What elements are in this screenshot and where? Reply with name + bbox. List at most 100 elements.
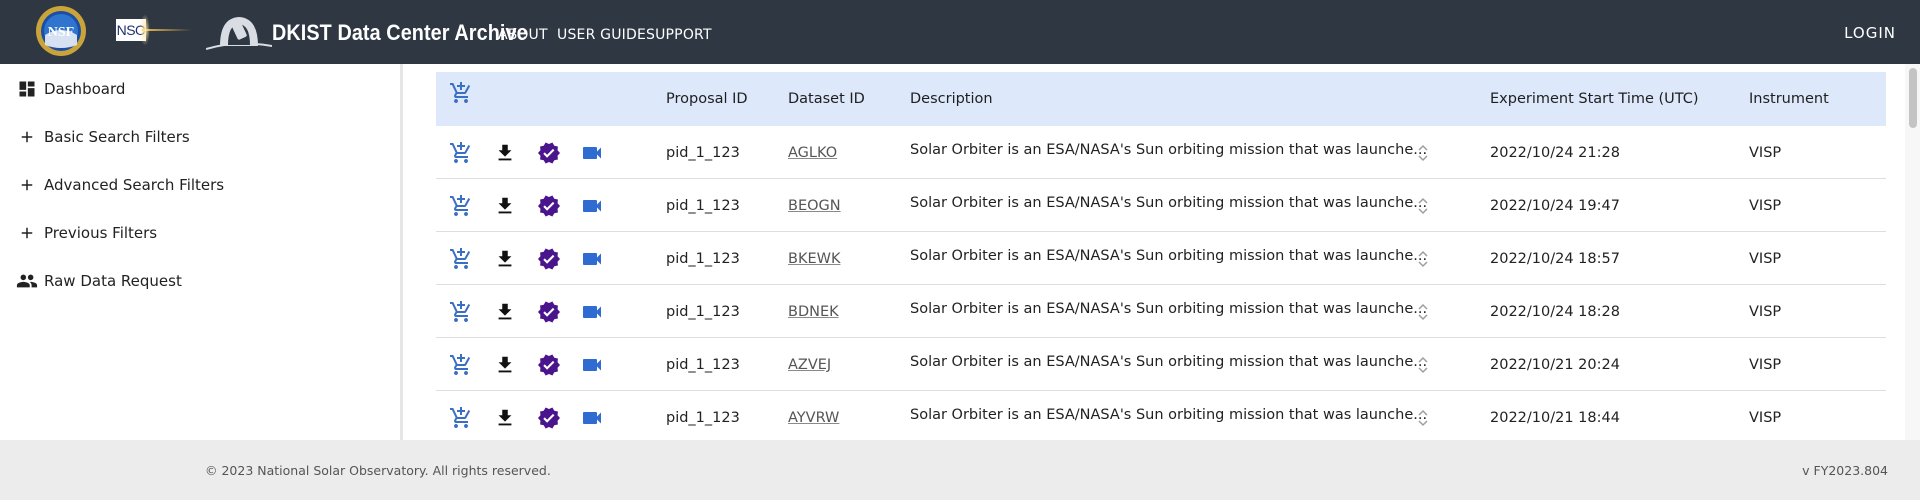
description-cell: Solar Orbiter is an ESA/NASA's Sun orbit…	[910, 354, 1428, 370]
proposal-id-cell: pid_1_123	[666, 410, 740, 426]
sidebar-item-raw-data-request[interactable]: Raw Data Request	[16, 266, 182, 296]
proposal-id-cell: pid_1_123	[666, 304, 740, 320]
verified-icon[interactable]	[536, 405, 562, 431]
verified-icon[interactable]	[536, 246, 562, 272]
sidebar-item-advanced-search-filters[interactable]: Advanced Search Filters	[16, 170, 224, 200]
column-header-experiment-start-time[interactable]: Experiment Start Time (UTC)	[1490, 72, 1699, 126]
add-all-to-cart-icon[interactable]	[448, 80, 474, 106]
download-icon[interactable]	[492, 352, 518, 378]
footer: © 2023 National Solar Observatory. All r…	[0, 440, 1920, 500]
add-to-cart-icon[interactable]	[448, 299, 474, 325]
svg-text:NSF: NSF	[48, 25, 74, 40]
table-row[interactable]: pid_1_123 AGLKO Solar Orbiter is an ESA/NA…	[436, 126, 1886, 179]
copyright-text: © 2023 National Solar Observatory. All r…	[205, 463, 551, 478]
nav-about-link[interactable]: ABOUT	[498, 0, 548, 64]
download-icon[interactable]	[492, 405, 518, 431]
table-row[interactable]: pid_1_123 AYVRW Solar Orbiter is an ESA/NA…	[436, 391, 1886, 440]
verified-icon[interactable]	[536, 299, 562, 325]
expand-description-icon[interactable]	[1416, 141, 1430, 165]
column-header-description[interactable]: Description	[910, 72, 993, 126]
dataset-id-link[interactable]: BEOGN	[788, 179, 841, 232]
sidebar: Dashboard Basic Search Filters Advanced …	[0, 64, 400, 440]
login-button[interactable]: LOGIN	[1844, 0, 1896, 64]
column-header-proposal-id[interactable]: Proposal ID	[666, 72, 748, 126]
plus-icon	[16, 222, 38, 244]
instrument-cell: VISP	[1749, 357, 1782, 373]
nav-user-guide-link[interactable]: USER GUIDE	[557, 0, 646, 64]
people-icon	[16, 270, 38, 292]
expand-description-icon[interactable]	[1416, 247, 1430, 271]
add-to-cart-icon[interactable]	[448, 140, 474, 166]
start-time-cell: 2022/10/21 20:24	[1490, 357, 1620, 373]
table-row[interactable]: pid_1_123 BEOGN Solar Orbiter is an ESA/NA…	[436, 179, 1886, 232]
add-to-cart-icon[interactable]	[448, 246, 474, 272]
video-preview-icon[interactable]	[579, 246, 605, 272]
plus-icon	[16, 126, 38, 148]
plus-icon	[16, 174, 38, 196]
table-header: Proposal ID Dataset ID Description Exper…	[436, 72, 1886, 126]
proposal-id-cell: pid_1_123	[666, 145, 740, 161]
column-header-dataset-id[interactable]: Dataset ID	[788, 72, 865, 126]
video-preview-icon[interactable]	[579, 352, 605, 378]
instrument-cell: VISP	[1749, 410, 1782, 426]
column-header-instrument[interactable]: Instrument	[1749, 72, 1829, 126]
download-icon[interactable]	[492, 299, 518, 325]
version-text: v FY2023.804	[1802, 463, 1888, 478]
expand-description-icon[interactable]	[1416, 300, 1430, 324]
description-cell: Solar Orbiter is an ESA/NASA's Sun orbit…	[910, 142, 1428, 158]
proposal-id-cell: pid_1_123	[666, 251, 740, 267]
verified-icon[interactable]	[536, 352, 562, 378]
download-icon[interactable]	[492, 140, 518, 166]
download-icon[interactable]	[492, 193, 518, 219]
nav-support-link[interactable]: SUPPORT	[646, 0, 712, 64]
top-app-bar: NSF NSO DKIST Data Center Archive ABOUT …	[0, 0, 1920, 64]
start-time-cell: 2022/10/21 18:44	[1490, 410, 1620, 426]
download-icon[interactable]	[492, 246, 518, 272]
start-time-cell: 2022/10/24 19:47	[1490, 198, 1620, 214]
sidebar-item-label: Dashboard	[44, 80, 126, 98]
table-row[interactable]: pid_1_123 AZVEJ Solar Orbiter is an ESA/NA…	[436, 338, 1886, 391]
expand-description-icon[interactable]	[1416, 406, 1430, 430]
description-cell: Solar Orbiter is an ESA/NASA's Sun orbit…	[910, 195, 1428, 211]
scrollbar-thumb[interactable]	[1909, 68, 1917, 128]
add-to-cart-icon[interactable]	[448, 193, 474, 219]
instrument-cell: VISP	[1749, 145, 1782, 161]
dashboard-icon	[16, 78, 38, 100]
instrument-cell: VISP	[1749, 251, 1782, 267]
video-preview-icon[interactable]	[579, 140, 605, 166]
expand-description-icon[interactable]	[1416, 194, 1430, 218]
sidebar-item-previous-filters[interactable]: Previous Filters	[16, 218, 157, 248]
dataset-id-link[interactable]: BKEWK	[788, 232, 840, 285]
nso-logo[interactable]: NSO	[116, 14, 192, 48]
add-to-cart-icon[interactable]	[448, 405, 474, 431]
sidebar-item-dashboard[interactable]: Dashboard	[16, 74, 125, 104]
verified-icon[interactable]	[536, 193, 562, 219]
table-row[interactable]: pid_1_123 BDNEK Solar Orbiter is an ESA/NA…	[436, 285, 1886, 338]
description-cell: Solar Orbiter is an ESA/NASA's Sun orbit…	[910, 301, 1428, 317]
description-cell: Solar Orbiter is an ESA/NASA's Sun orbit…	[910, 407, 1428, 423]
dkist-telescope-logo[interactable]	[206, 12, 272, 52]
dataset-id-link[interactable]: AYVRW	[788, 391, 839, 440]
start-time-cell: 2022/10/24 18:57	[1490, 251, 1620, 267]
nsf-logo[interactable]: NSF	[35, 5, 87, 57]
results-table-panel: Proposal ID Dataset ID Description Exper…	[403, 64, 1920, 440]
verified-icon[interactable]	[536, 140, 562, 166]
add-to-cart-icon[interactable]	[448, 352, 474, 378]
sidebar-item-label: Raw Data Request	[44, 272, 182, 290]
expand-description-icon[interactable]	[1416, 353, 1430, 377]
app-title[interactable]: DKIST Data Center Archive	[272, 0, 528, 64]
dataset-id-link[interactable]: BDNEK	[788, 285, 839, 338]
start-time-cell: 2022/10/24 21:28	[1490, 145, 1620, 161]
instrument-cell: VISP	[1749, 304, 1782, 320]
dataset-id-link[interactable]: AZVEJ	[788, 338, 831, 391]
video-preview-icon[interactable]	[579, 193, 605, 219]
start-time-cell: 2022/10/24 18:28	[1490, 304, 1620, 320]
sidebar-item-label: Previous Filters	[44, 224, 158, 242]
sidebar-item-basic-search-filters[interactable]: Basic Search Filters	[16, 122, 190, 152]
dataset-id-link[interactable]: AGLKO	[788, 126, 837, 179]
vertical-scrollbar[interactable]	[1905, 64, 1920, 440]
table-row[interactable]: pid_1_123 BKEWK Solar Orbiter is an ESA/NA…	[436, 232, 1886, 285]
sidebar-item-label: Basic Search Filters	[44, 128, 190, 146]
video-preview-icon[interactable]	[579, 405, 605, 431]
video-preview-icon[interactable]	[579, 299, 605, 325]
